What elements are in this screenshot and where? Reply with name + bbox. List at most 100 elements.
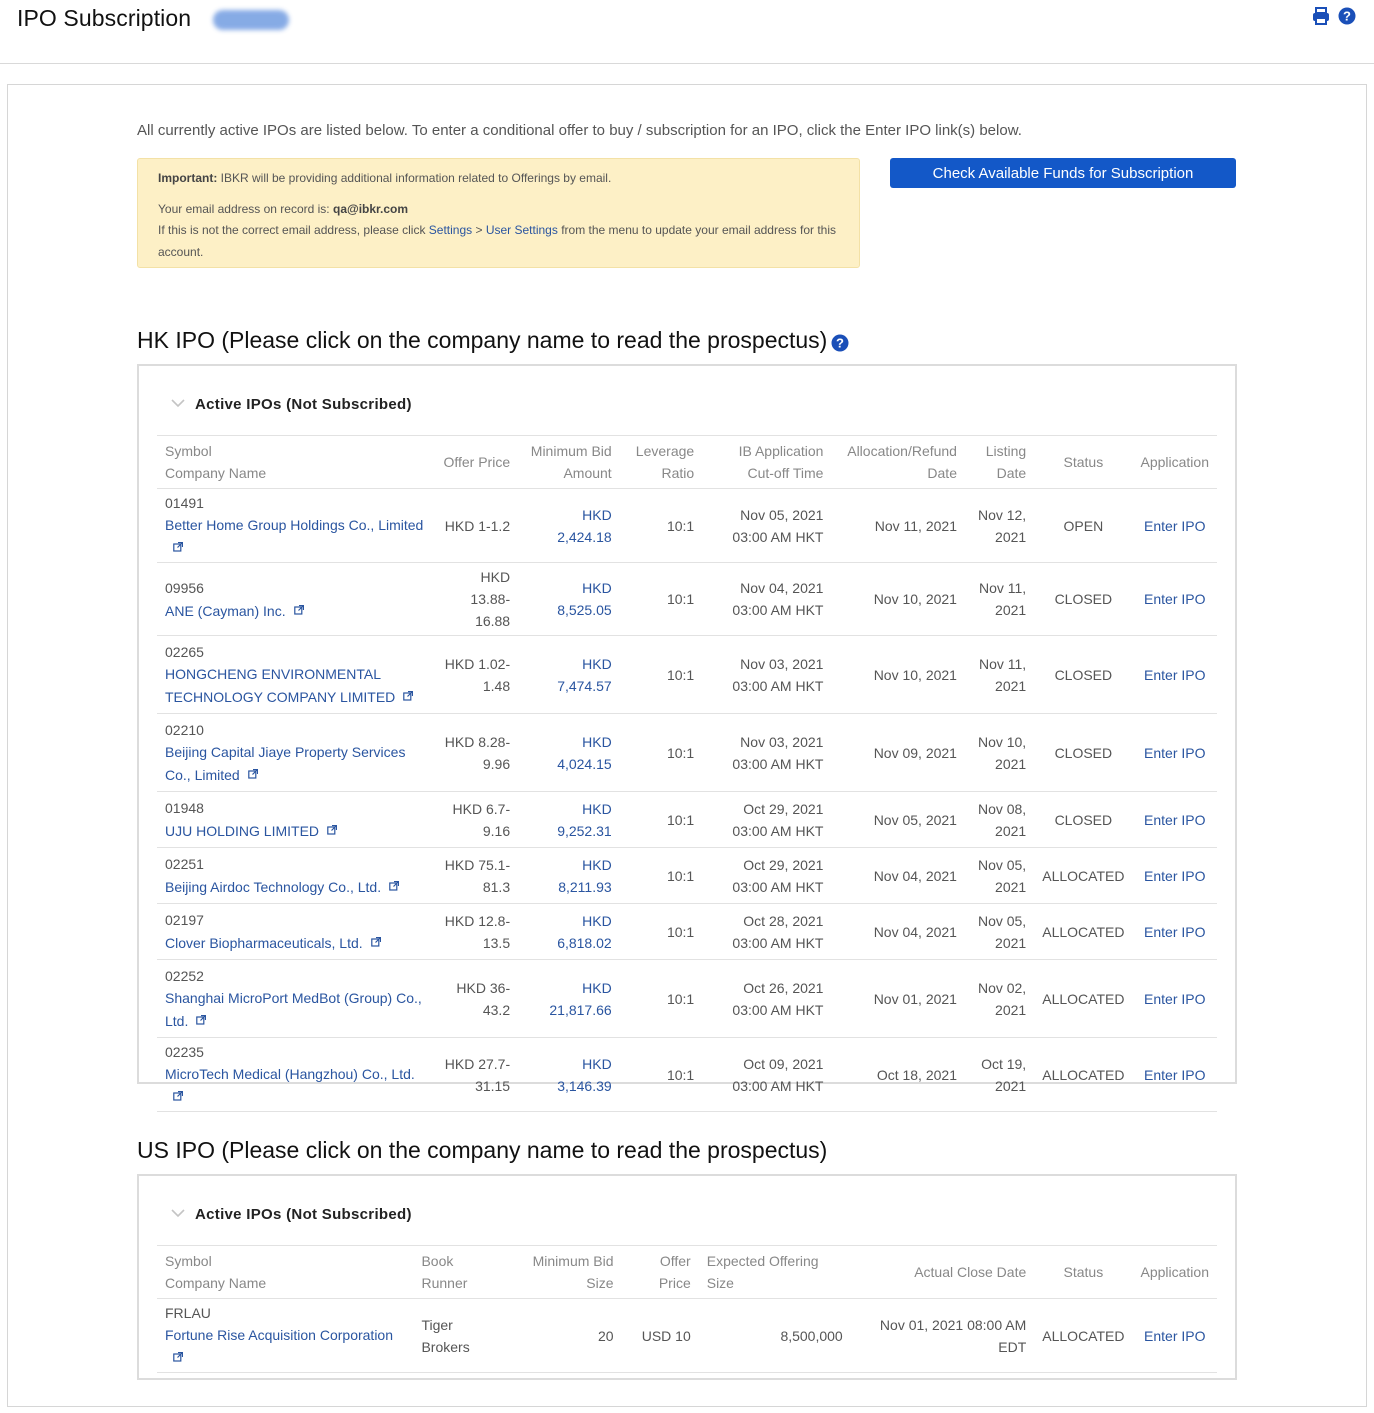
listing-date: Nov 10, 2021 <box>964 713 1035 792</box>
help-icon[interactable]: ? <box>1338 7 1356 25</box>
external-link-icon[interactable] <box>196 1009 207 1025</box>
company-prospectus-link[interactable]: ANE (Cayman) Inc. <box>165 603 286 619</box>
company-prospectus-link[interactable]: Fortune Rise Acquisition Corporation <box>165 1327 393 1343</box>
application-cell: Enter IPO <box>1132 903 1217 960</box>
col-book-runner: Book Runner <box>413 1246 503 1299</box>
min-bid-amount-link[interactable]: HKD 8,525.05 <box>557 580 612 618</box>
application-cell: Enter IPO <box>1132 1298 1217 1373</box>
enter-ipo-link[interactable]: Enter IPO <box>1144 991 1205 1007</box>
leverage-ratio: 10:1 <box>619 488 703 563</box>
user-settings-link[interactable]: User Settings <box>486 223 558 237</box>
help-icon[interactable]: ? <box>831 331 849 352</box>
external-link-icon[interactable] <box>173 1346 184 1362</box>
table-row: 02265 HONGCHENG ENVIRONMENTAL TECHNOLOGY … <box>157 635 1217 714</box>
status: CLOSED <box>1034 791 1133 848</box>
min-bid-amount-cell: HKD 4,024.15 <box>518 713 620 792</box>
application-cell: Enter IPO <box>1132 1037 1217 1112</box>
min-bid-amount-link[interactable]: HKD 4,024.15 <box>557 734 612 772</box>
symbol-company-cell: 02252 Shanghai MicroPort MedBot (Group) C… <box>157 959 434 1038</box>
col-min-bid-size: Minimum Bid Size <box>502 1246 622 1299</box>
symbol-company-cell: 02251 Beijing Airdoc Technology Co., Ltd. <box>157 847 434 904</box>
cutoff-time: Nov 05, 2021 03:00 AM HKT <box>702 488 832 563</box>
symbol: 01948 <box>165 800 204 816</box>
external-link-icon[interactable] <box>327 819 338 835</box>
status: ALLOCATED <box>1034 1298 1133 1373</box>
min-bid-amount-link[interactable]: HKD 3,146.39 <box>557 1056 612 1094</box>
company-prospectus-link[interactable]: HONGCHENG ENVIRONMENTAL TECHNOLOGY COMPA… <box>165 666 395 705</box>
important-label: Important: <box>158 171 218 185</box>
cutoff-time: Oct 29, 2021 03:00 AM HKT <box>702 791 832 848</box>
table-row: 09956 ANE (Cayman) Inc. HKD 13.88-16.88 HKD… <box>157 562 1217 636</box>
company-prospectus-link[interactable]: Better Home Group Holdings Co., Limited <box>165 517 423 533</box>
allocation-date: Nov 09, 2021 <box>831 713 965 792</box>
header-label: Date <box>927 465 957 481</box>
company-prospectus-link[interactable]: Clover Biopharmaceuticals, Ltd. <box>165 935 363 951</box>
header-label: Minimum Bid <box>530 443 612 459</box>
leverage-ratio: 10:1 <box>619 903 703 960</box>
offer-price: HKD 1-1.2 <box>433 488 519 563</box>
min-bid-amount-link[interactable]: HKD 6,818.02 <box>557 913 612 951</box>
company-prospectus-link[interactable]: MicroTech Medical (Hangzhou) Co., Ltd. <box>165 1066 415 1082</box>
print-icon[interactable] <box>1312 7 1330 25</box>
external-link-icon[interactable] <box>370 931 381 947</box>
us-active-ipos-toggle[interactable]: Active IPOs (Not Subscribed) <box>157 1176 1217 1246</box>
enter-ipo-link[interactable]: Enter IPO <box>1144 518 1205 534</box>
table-row: 02197 Clover Biopharmaceuticals, Ltd. HKD … <box>157 903 1217 960</box>
leverage-ratio: 10:1 <box>619 713 703 792</box>
enter-ipo-link[interactable]: Enter IPO <box>1144 868 1205 884</box>
min-bid-amount-link[interactable]: HKD 2,424.18 <box>557 507 612 545</box>
status: CLOSED <box>1034 713 1133 792</box>
table-row: FRLAU Fortune Rise Acquisition Corporatio… <box>157 1298 1217 1373</box>
col-close-date: Actual Close Date <box>850 1246 1035 1299</box>
symbol: FRLAU <box>165 1305 211 1321</box>
company-prospectus-link[interactable]: Beijing Capital Jiaye Property Services … <box>165 744 405 783</box>
external-link-icon[interactable] <box>293 599 304 615</box>
col-expected-size: Expected Offering Size <box>698 1246 851 1299</box>
enter-ipo-link[interactable]: Enter IPO <box>1144 745 1205 761</box>
external-link-icon[interactable] <box>173 536 184 552</box>
settings-link[interactable]: Settings <box>429 223 472 237</box>
check-available-funds-button[interactable]: Check Available Funds for Subscription <box>890 158 1236 188</box>
min-bid-amount-cell: HKD 6,818.02 <box>518 903 620 960</box>
symbol: 02251 <box>165 856 204 872</box>
listing-date: Oct 19, 2021 <box>964 1037 1035 1112</box>
header-label: Date <box>996 465 1027 481</box>
symbol: 02265 <box>165 644 204 660</box>
company-prospectus-link[interactable]: UJU HOLDING LIMITED <box>165 823 319 839</box>
min-bid-amount-link[interactable]: HKD 21,817.66 <box>549 980 611 1018</box>
status: CLOSED <box>1034 635 1133 714</box>
table-row: 01491 Better Home Group Holdings Co., Lim… <box>157 488 1217 563</box>
min-bid-amount-cell: HKD 8,211.93 <box>518 847 620 904</box>
symbol-company-cell: 01491 Better Home Group Holdings Co., Lim… <box>157 488 434 563</box>
allocation-date: Nov 10, 2021 <box>831 635 965 714</box>
us-ipo-table: Symbol Company Name Book Runner Minimum B… <box>157 1246 1217 1373</box>
company-prospectus-link[interactable]: Beijing Airdoc Technology Co., Ltd. <box>165 879 381 895</box>
enter-ipo-link[interactable]: Enter IPO <box>1144 667 1205 683</box>
min-bid-amount-link[interactable]: HKD 7,474.57 <box>557 656 612 694</box>
cutoff-time: Oct 09, 2021 03:00 AM HKT <box>702 1037 832 1112</box>
symbol-company-cell: 09956 ANE (Cayman) Inc. <box>157 562 434 636</box>
chevron-down-icon <box>171 399 185 408</box>
min-bid-amount-link[interactable]: HKD 9,252.31 <box>557 801 612 839</box>
book-runner: Tiger Brokers <box>413 1298 503 1373</box>
min-bid-amount-cell: HKD 8,525.05 <box>518 562 620 636</box>
enter-ipo-link[interactable]: Enter IPO <box>1144 591 1205 607</box>
breadcrumb-separator: > <box>472 223 486 237</box>
listing-date: Nov 02, 2021 <box>964 959 1035 1038</box>
svg-text:?: ? <box>1343 9 1351 24</box>
hk-panel-title: Active IPOs (Not Subscribed) <box>195 396 412 413</box>
enter-ipo-link[interactable]: Enter IPO <box>1144 812 1205 828</box>
external-link-icon[interactable] <box>173 1085 184 1101</box>
enter-ipo-link[interactable]: Enter IPO <box>1144 1328 1205 1344</box>
external-link-icon[interactable] <box>403 685 414 701</box>
enter-ipo-link[interactable]: Enter IPO <box>1144 924 1205 940</box>
hk-active-ipos-toggle[interactable]: Active IPOs (Not Subscribed) <box>157 366 1217 436</box>
offer-price: HKD 1.02-1.48 <box>433 635 519 714</box>
external-link-icon[interactable] <box>389 875 400 891</box>
min-bid-amount-link[interactable]: HKD 8,211.93 <box>558 857 611 895</box>
cutoff-time: Nov 03, 2021 03:00 AM HKT <box>702 713 832 792</box>
important-text: IBKR will be providing additional inform… <box>217 171 612 185</box>
external-link-icon[interactable] <box>247 763 258 779</box>
enter-ipo-link[interactable]: Enter IPO <box>1144 1067 1205 1083</box>
cutoff-time: Oct 26, 2021 03:00 AM HKT <box>702 959 832 1038</box>
